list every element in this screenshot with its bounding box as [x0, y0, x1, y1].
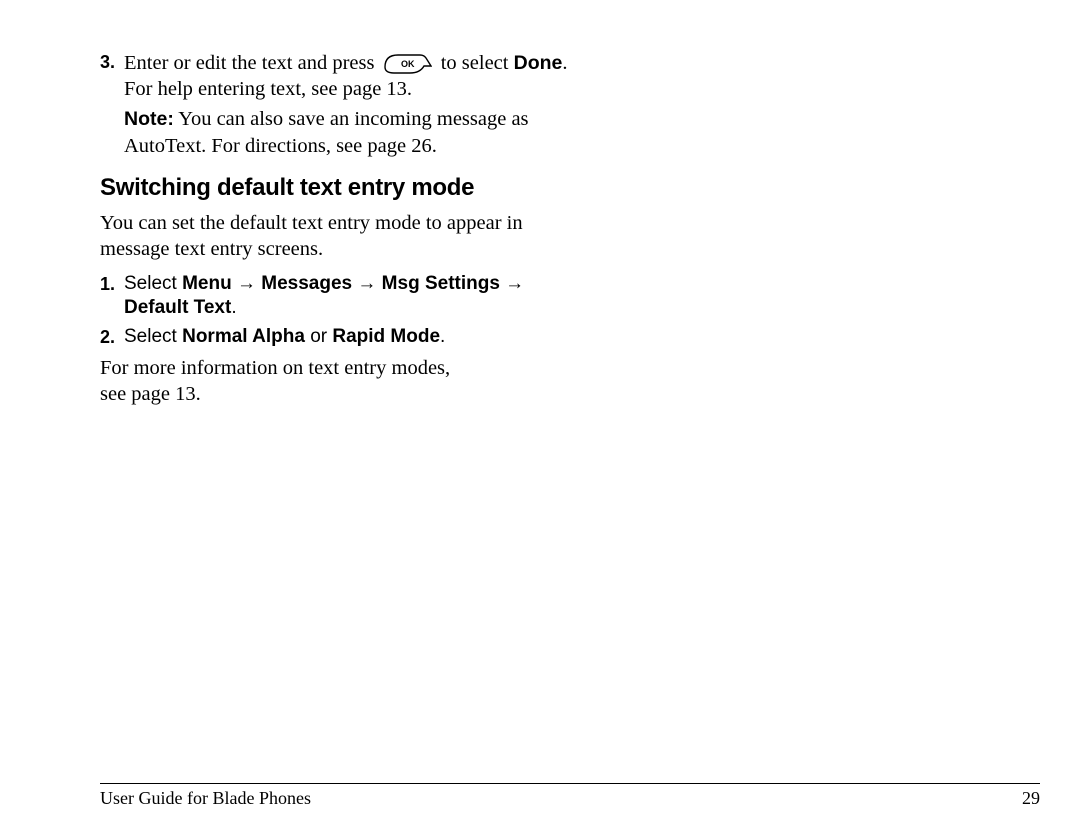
normal-alpha-label: Normal Alpha: [182, 326, 305, 347]
section-heading: Switching default text entry mode: [100, 173, 580, 204]
outro-paragraph: For more information on text entry modes…: [100, 355, 580, 407]
step-3-body: Enter or edit the text and press OK to s…: [124, 50, 580, 102]
list-marker: 3.: [100, 50, 124, 74]
text: see page 13.: [100, 383, 201, 405]
text: For more information on text entry modes…: [100, 357, 450, 379]
step-2: 2. Select Normal Alpha or Rapid Mode.: [100, 325, 580, 349]
list-marker: 2.: [100, 325, 124, 349]
messages-label: Messages: [261, 273, 352, 294]
default-text-label: Default Text: [124, 297, 231, 318]
content-column: 3. Enter or edit the text and press OK t…: [100, 50, 580, 408]
step-1-body: Select Menu → Messages → Msg Settings → …: [124, 272, 580, 321]
done-label: Done: [514, 52, 563, 74]
ok-key-label: OK: [401, 59, 415, 69]
text: or: [305, 326, 332, 347]
text: .: [440, 326, 445, 347]
intro-paragraph: You can set the default text entry mode …: [100, 210, 580, 262]
footer-title: User Guide for Blade Phones: [100, 788, 311, 809]
menu-label: Menu: [182, 273, 232, 294]
arrow-trail: →: [500, 273, 524, 294]
footer-rule: [100, 783, 1040, 784]
note-label: Note:: [124, 108, 174, 130]
text: .: [231, 297, 236, 318]
ok-key-icon: OK: [384, 53, 432, 75]
text: Select: [124, 326, 182, 347]
list-marker: 1.: [100, 272, 124, 296]
text: to select: [441, 52, 514, 74]
step-2-body: Select Normal Alpha or Rapid Mode.: [124, 325, 580, 349]
rapid-mode-label: Rapid Mode: [332, 326, 440, 347]
text: Enter or edit the text and press: [124, 52, 380, 74]
msg-settings-label: Msg Settings: [382, 273, 500, 294]
arrow: →: [352, 273, 382, 294]
arrow: →: [232, 273, 262, 294]
text: Select: [124, 273, 182, 294]
note-text: You can also save an incoming message as…: [124, 108, 529, 156]
page-number: 29: [1022, 788, 1040, 809]
note-block: Note: You can also save an incoming mess…: [100, 106, 580, 158]
step-3: 3. Enter or edit the text and press OK t…: [100, 50, 580, 102]
step-1: 1. Select Menu → Messages → Msg Settings…: [100, 272, 580, 321]
page: 3. Enter or edit the text and press OK t…: [0, 0, 1080, 839]
